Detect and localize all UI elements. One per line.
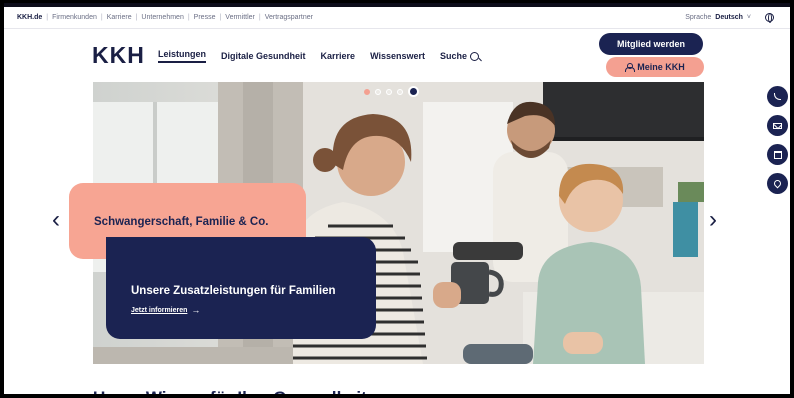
- mail-icon: [773, 122, 782, 129]
- util-link-firmenkunden[interactable]: Firmenkunden: [49, 14, 100, 21]
- language-value[interactable]: Deutsch: [715, 14, 743, 21]
- carousel-prev-button[interactable]: ‹: [52, 208, 60, 232]
- utility-bar: KKH.de | Firmenkunden | Karriere | Unter…: [4, 7, 790, 29]
- util-link-unternehmen[interactable]: Unternehmen: [138, 14, 186, 21]
- slider-dot-5-active[interactable]: [408, 86, 419, 97]
- hero-cta-label[interactable]: Jetzt informieren: [131, 307, 187, 314]
- slider-dot-3[interactable]: [386, 88, 392, 95]
- util-link-karriere[interactable]: Karriere: [104, 14, 135, 21]
- hero-cta-link[interactable]: Jetzt informieren →: [131, 306, 376, 315]
- calendar-icon: [773, 150, 782, 159]
- nav-karriere[interactable]: Karriere: [321, 51, 356, 61]
- calendar-button[interactable]: [767, 144, 788, 165]
- slider-dot-1[interactable]: [364, 88, 370, 95]
- kkh-logo[interactable]: KKH: [92, 42, 145, 69]
- util-link-kkh[interactable]: KKH.de: [14, 14, 45, 21]
- phone-button[interactable]: [767, 86, 788, 107]
- globe-icon[interactable]: [765, 13, 774, 23]
- util-link-presse[interactable]: Presse: [191, 14, 219, 21]
- nav-wissenswert[interactable]: Wissenswert: [370, 51, 425, 61]
- nav-digitale-gesundheit[interactable]: Digitale Gesundheit: [221, 51, 306, 61]
- user-icon: [625, 62, 636, 72]
- phone-icon: [774, 93, 781, 100]
- hero-headline: Unsere Zusatzleistungen für Familien: [131, 285, 336, 297]
- slider-dot-2[interactable]: [375, 88, 381, 95]
- utility-links: KKH.de | Firmenkunden | Karriere | Unter…: [4, 14, 316, 21]
- chevron-down-icon[interactable]: ˅: [747, 14, 751, 21]
- carousel-next-button[interactable]: ›: [709, 208, 717, 232]
- arrow-right-icon: →: [191, 305, 201, 315]
- util-link-vermittler[interactable]: Vermittler: [222, 14, 258, 21]
- mail-button[interactable]: [767, 115, 788, 136]
- side-contact-actions: [767, 86, 788, 194]
- search-icon: [470, 51, 480, 61]
- window-top-edge: [0, 0, 794, 7]
- nav-leistungen[interactable]: Leistungen: [158, 49, 207, 63]
- section-heading: Unser Wissen für Ihre Gesundheit: [93, 388, 367, 398]
- meine-kkh-label: Meine KKH: [637, 62, 685, 72]
- hero-category-title: Schwangerschaft, Familie & Co.: [94, 216, 269, 228]
- location-pin-icon: [772, 178, 783, 189]
- language-switcher[interactable]: Sprache Deutsch ˅: [685, 13, 790, 23]
- slider-dot-4[interactable]: [397, 88, 403, 95]
- slider-pagination: [364, 86, 419, 97]
- hero-teaser-card[interactable]: Unsere Zusatzleistungen für Familien Jet…: [106, 237, 376, 339]
- main-navigation: Leistungen Digitale Gesundheit Karriere …: [158, 49, 480, 63]
- language-label: Sprache: [685, 14, 712, 21]
- location-button[interactable]: [767, 173, 788, 194]
- search-label: Suche: [440, 51, 468, 61]
- meine-kkh-button[interactable]: Meine KKH: [606, 57, 704, 77]
- join-button[interactable]: Mitglied werden: [599, 33, 703, 55]
- search-button[interactable]: Suche: [440, 51, 480, 61]
- util-link-vertragspartner[interactable]: Vertragspartner: [262, 14, 316, 21]
